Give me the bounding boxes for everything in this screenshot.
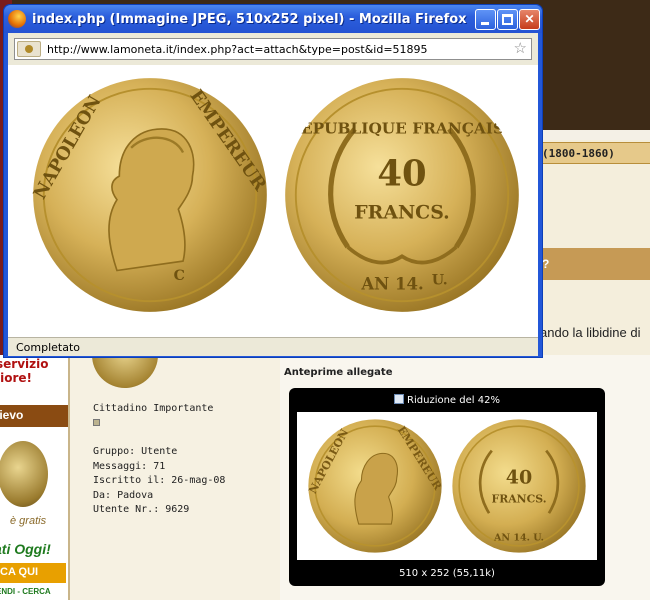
obverse-coin-image: NAPOLEON EMPEREUR C — [32, 77, 268, 313]
minimize-button[interactable] — [475, 9, 496, 30]
firefox-logo-icon — [8, 10, 26, 28]
minimize-icon — [481, 22, 489, 25]
user-messages: Messaggi: 71 — [93, 460, 166, 472]
bookmark-star-icon[interactable]: ☆ — [514, 40, 527, 58]
close-icon: ✕ — [524, 12, 535, 26]
close-button[interactable]: ✕ — [519, 9, 540, 30]
svg-text:AN 14.: AN 14. — [360, 273, 423, 293]
image-viewer-content: NAPOLEON EMPEREUR C REPUBLIQUE FRANÇAISE… — [8, 65, 538, 337]
reverse-coin-image: REPUBLIQUE FRANÇAISE 40 FRANCS. AN 14. U… — [284, 77, 520, 313]
thumbnail-obverse-coin: NAPOLEON EMPEREUR — [307, 418, 443, 554]
ad-text: servizio liore! — [0, 357, 48, 385]
user-rank: Cittadino Importante — [93, 403, 214, 414]
attachment-thumbnail[interactable]: NAPOLEON EMPEREUR 40 FRANCS. AN 14. U. — [297, 412, 597, 560]
attachment-size: 510 x 252 (55,11k) — [399, 568, 495, 579]
url-text[interactable]: http://www.lamoneta.it/index.php?act=att… — [47, 43, 428, 56]
reduction-label: Riduzione del 42% — [289, 394, 605, 406]
navigation-toolbar: http://www.lamoneta.it/index.php?act=att… — [8, 33, 538, 65]
attachment-preview[interactable]: Riduzione del 42% NAPOLEON EMPEREUR 40 F… — [289, 388, 605, 586]
user-registered: Iscritto il: 26-mag-08 — [93, 475, 226, 486]
svg-text:40: 40 — [377, 154, 426, 195]
svg-text:U.: U. — [432, 273, 448, 289]
ad-footer-links[interactable]: ENDI - CERCA — [0, 587, 51, 596]
attachments-heading: Anteprime allegate — [284, 367, 393, 378]
ad-banner: lievo — [0, 405, 68, 427]
window-title: index.php (Immagine JPEG, 510x252 pixel)… — [32, 12, 467, 27]
ad-line-1: servizio — [0, 357, 49, 371]
rank-pip-icon — [93, 418, 100, 426]
post-body-fragment: ando la libidine di — [540, 325, 641, 340]
user-group: Gruppo: Utente — [93, 446, 178, 457]
maximize-icon — [502, 14, 513, 25]
user-info: Cittadino Importante Gruppo: Utente Mess… — [93, 402, 225, 518]
site-identity-icon[interactable] — [17, 41, 41, 57]
magnify-icon — [394, 394, 405, 404]
svg-text:REPUBLIQUE FRANÇAISE: REPUBLIQUE FRANÇAISE — [288, 120, 516, 138]
url-bar[interactable]: http://www.lamoneta.it/index.php?act=att… — [14, 38, 532, 60]
thumbnail-reverse-coin: 40 FRANCS. AN 14. U. — [451, 418, 587, 554]
status-bar: Completato — [8, 337, 538, 356]
ad-coin-image — [0, 441, 48, 507]
maximize-button[interactable] — [497, 9, 518, 30]
svg-text:FRANCS.: FRANCS. — [354, 202, 449, 224]
ad-click-button[interactable]: CA QUI — [0, 563, 66, 583]
firefox-popup-window[interactable]: index.php (Immagine JPEG, 510x252 pixel)… — [3, 4, 543, 358]
window-titlebar[interactable]: index.php (Immagine JPEG, 510x252 pixel)… — [4, 5, 542, 33]
ad-gratis-text: è gratis — [10, 515, 47, 527]
topic-title-fragment: (1800-1860) — [540, 142, 650, 164]
svg-text:AN 14. U.: AN 14. U. — [493, 532, 544, 543]
post-title-fragment: ? — [540, 248, 650, 280]
user-number: Utente Nr.: 9629 — [93, 504, 190, 515]
sidebar-ad-panel[interactable]: servizio liore! lievo è gratis ati Oggi!… — [0, 355, 70, 600]
svg-text:40: 40 — [506, 466, 532, 488]
user-from: Da: Padova — [93, 489, 154, 501]
svg-text:FRANCS.: FRANCS. — [491, 492, 546, 505]
ad-signup-text: ati Oggi! — [0, 541, 51, 557]
svg-text:C: C — [174, 268, 185, 284]
ad-line-2: liore! — [0, 371, 32, 385]
